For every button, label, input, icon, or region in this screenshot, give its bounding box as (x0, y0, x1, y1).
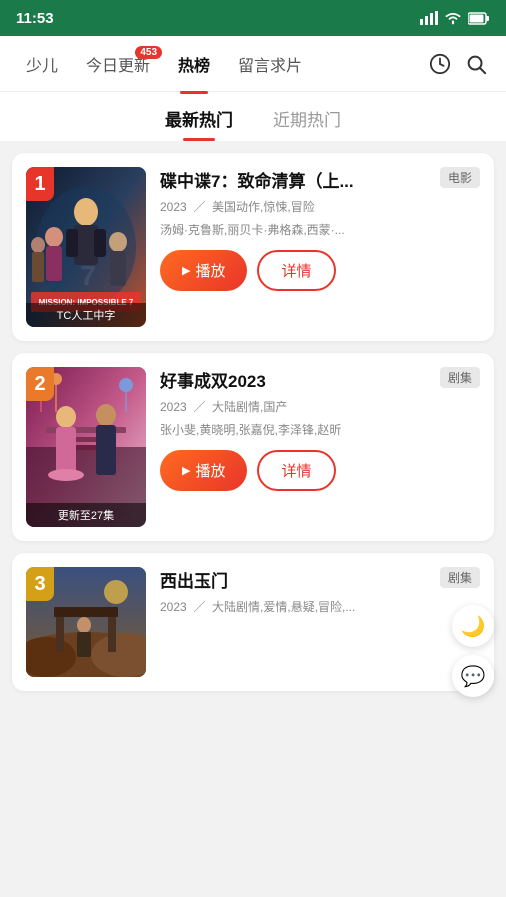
rank-3: 3 (26, 567, 54, 601)
chat-icon: 💬 (461, 664, 486, 689)
card-2-title: 好事成双2023 (160, 371, 430, 393)
card-2-label: 更新至27集 (26, 503, 146, 527)
signal-icon (420, 11, 438, 25)
card-2-play[interactable]: 播放 (160, 450, 247, 491)
card-2-info: 好事成双2023 2023 ／ 大陆剧情,国产 张小斐,黄晓明,张嘉倪,李泽锋,… (160, 367, 480, 527)
card-1-type: 电影 (440, 167, 480, 188)
card-1-detail[interactable]: 详情 (257, 250, 335, 291)
card-1-poster[interactable]: MISSION: IMPOSSIBLE 7 7 1 TC人工中字 (26, 167, 146, 327)
night-mode-button[interactable]: 🌙 (452, 605, 494, 647)
card-3-poster[interactable]: 3 (26, 567, 146, 677)
nav-messages[interactable]: 留言求片 (224, 52, 316, 76)
tab-bar: 最新热门 近期热门 (0, 92, 506, 141)
svg-text:7: 7 (80, 260, 96, 291)
float-buttons: 🌙 💬 (452, 605, 494, 697)
rank-1: 1 (26, 167, 54, 201)
card-2-type: 剧集 (440, 367, 480, 388)
nav-today[interactable]: 今日更新 453 (72, 52, 164, 76)
card-1-cast: 汤姆·克鲁斯,丽贝卡·弗格森,西蒙·... (160, 221, 400, 239)
card-1-actions: 播放 详情 (160, 250, 480, 291)
content-area: 电影 (0, 153, 506, 691)
card-2-year: 2023 ／ 大陆剧情,国产 (160, 398, 480, 416)
card-1-play[interactable]: 播放 (160, 250, 247, 291)
battery-icon (468, 12, 490, 25)
card-3-info: 西出玉门 2023 ／ 大陆剧情,爱情,悬疑,冒险,... (160, 567, 480, 677)
card-1-info: 碟中谍7：致命清算（上... 2023 ／ 美国动作,惊悚,冒险 汤姆·克鲁斯,… (160, 167, 480, 327)
card-1-title: 碟中谍7：致命清算（上... (160, 171, 430, 193)
today-badge: 453 (135, 46, 162, 59)
search-button[interactable] (458, 46, 494, 82)
tab-latest-hot[interactable]: 最新热门 (165, 106, 233, 141)
card-3: 剧集 (12, 553, 494, 691)
status-icons (420, 11, 490, 25)
card-1-label: TC人工中字 (26, 303, 146, 327)
nav-kids[interactable]: 少儿 (12, 52, 72, 76)
rank-2: 2 (26, 367, 54, 401)
card-2-cast: 张小斐,黄晓明,张嘉倪,李泽锋,赵昕 (160, 421, 400, 439)
card-3-year: 2023 ／ 大陆剧情,爱情,悬疑,冒险,... (160, 598, 480, 616)
card-2-actions: 播放 详情 (160, 450, 480, 491)
card-2-detail[interactable]: 详情 (257, 450, 335, 491)
top-nav: 少儿 今日更新 453 热榜 留言求片 (0, 36, 506, 92)
card-1: 电影 (12, 153, 494, 341)
card-1-year: 2023 ／ 美国动作,惊悚,冒险 (160, 198, 480, 216)
card-3-title: 西出玉门 (160, 571, 430, 593)
nav-hot[interactable]: 热榜 (164, 52, 224, 76)
night-mode-icon: 🌙 (461, 614, 486, 639)
chat-button[interactable]: 💬 (452, 655, 494, 697)
wifi-icon (444, 11, 462, 25)
status-bar: 11:53 (0, 0, 506, 36)
history-button[interactable] (422, 46, 458, 82)
card-3-type: 剧集 (440, 567, 480, 588)
status-time: 11:53 (16, 10, 54, 27)
card-2: 剧集 (12, 353, 494, 541)
card-2-poster[interactable]: 2 更新至27集 (26, 367, 146, 527)
tab-recent-hot[interactable]: 近期热门 (273, 106, 341, 141)
